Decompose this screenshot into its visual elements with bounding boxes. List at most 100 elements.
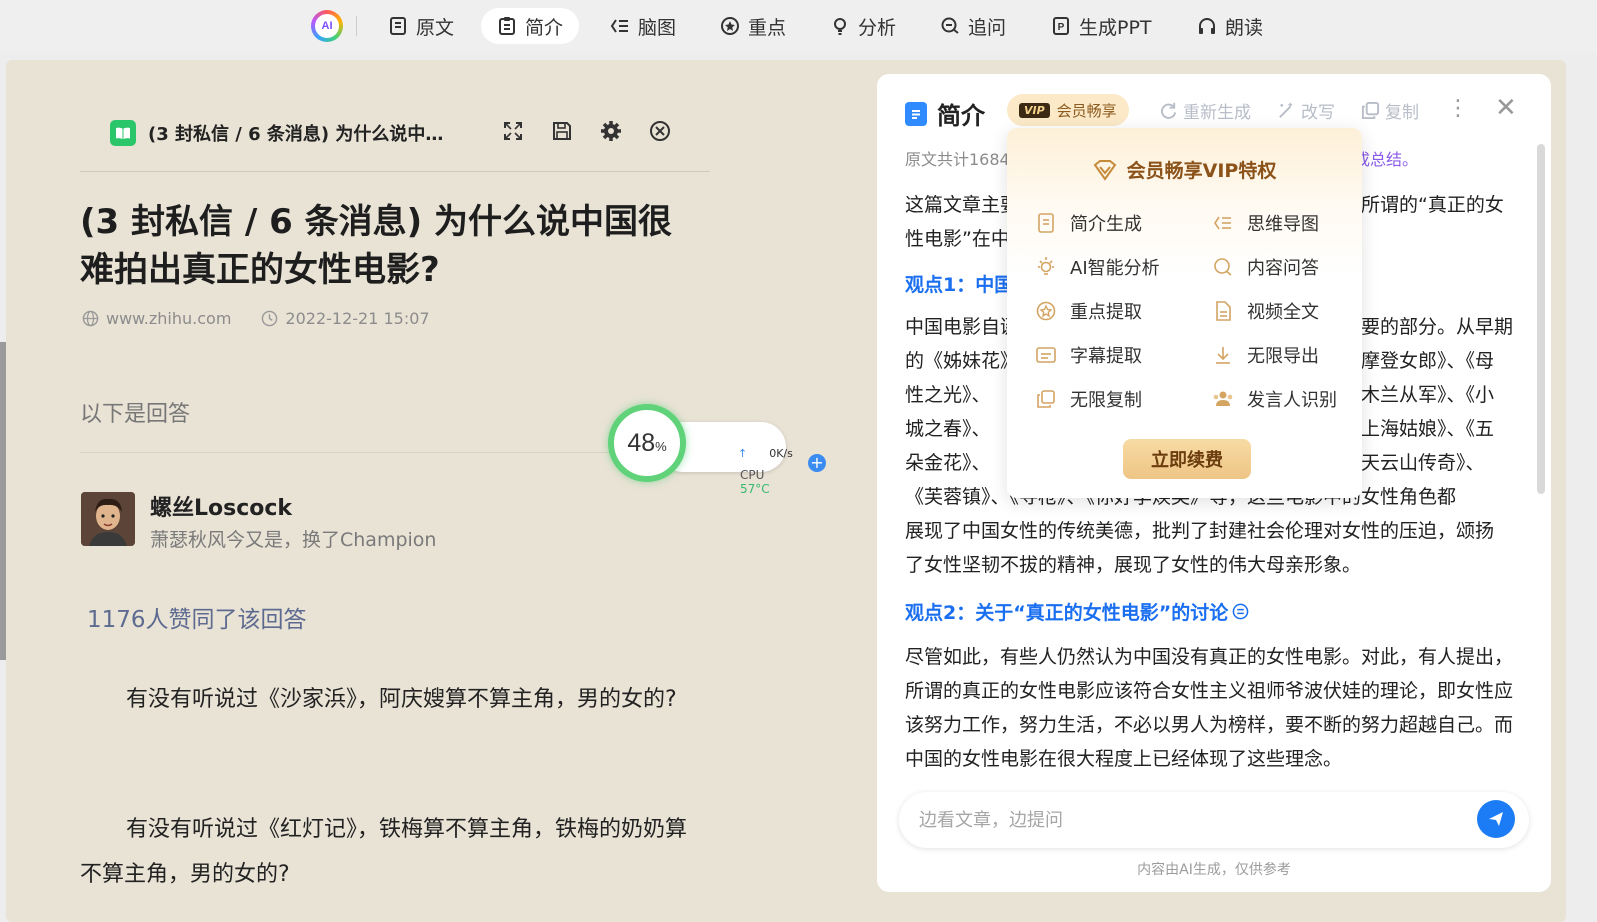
article-date: 2022-12-21 15:07 (285, 309, 430, 328)
fullscreen-icon[interactable] (502, 120, 524, 142)
tab-mindmap[interactable]: 脑图 (594, 8, 692, 44)
tab-read-aloud[interactable]: 朗读 (1181, 8, 1279, 44)
vip-popup-title-text: 会员畅享VIP特权 (1126, 160, 1277, 182)
vip-feature-label: 简介生成 (1070, 214, 1142, 235)
cpu-temp-value: 57°C (740, 482, 770, 496)
vip-feature: 内容问答 (1212, 254, 1319, 280)
summary-doc-icon (905, 101, 927, 126)
settings-gear-icon[interactable] (600, 120, 622, 142)
bulb-icon (1038, 257, 1054, 275)
magic-pen-icon (1279, 102, 1293, 118)
download-icon (1216, 347, 1230, 364)
tab-generate-ppt[interactable]: P 生成PPT (1035, 8, 1168, 44)
chat-icon (941, 17, 959, 34)
note-icon[interactable] (1232, 603, 1249, 620)
cpu-usage-unit: % (655, 438, 667, 454)
vip-feature: 重点提取 (1035, 298, 1142, 324)
summary-link[interactable]: 成总结。 (1354, 146, 1418, 170)
bulb-icon (834, 18, 846, 35)
point1-line-right: 摩登女郎》、《母 (1361, 350, 1495, 372)
ask-box (899, 792, 1529, 848)
vip-badge-label: 会员畅享 (1056, 101, 1117, 120)
vip-feature-label: AI智能分析 (1070, 258, 1160, 279)
cpu-temperature: CPU 57°C (740, 468, 786, 496)
tab-mindmap-label: 脑图 (638, 16, 677, 39)
renew-now-button[interactable]: 立即续费 (1123, 439, 1251, 479)
regenerate-label: 重新生成 (1183, 103, 1251, 123)
speaker-icon (1213, 391, 1233, 406)
more-options-icon[interactable]: ⋮ (1447, 96, 1469, 121)
point2-heading-text: 观点2：关于“真正的女性电影”的讨论 (905, 602, 1229, 624)
vip-feature: 字幕提取 (1035, 342, 1142, 368)
close-panel-icon[interactable]: ✕ (1495, 94, 1517, 122)
tab-original-label: 原文 (416, 16, 455, 39)
panel-title-text: 简介 (937, 102, 985, 130)
point2-paragraph: 尽管如此，有些人仍然认为中国没有真正的女性电影。对此，有人提出，所谓的真正的女性… (905, 646, 1514, 770)
vip-feature-label: 发言人识别 (1247, 390, 1337, 411)
plus-icon[interactable]: + (808, 454, 826, 472)
rewrite-button[interactable]: 改写 (1277, 98, 1335, 123)
point2-heading: 观点2：关于“真正的女性电影”的讨论 (905, 598, 1249, 625)
tab-keypoints-label: 重点 (748, 16, 787, 39)
answers-intro: 以下是回答 (80, 402, 191, 427)
tab-analysis-label: 分析 (858, 16, 897, 39)
subtitle-icon (1036, 347, 1056, 363)
send-icon (1489, 812, 1503, 826)
point1-line-right: 天云山传奇》、 (1361, 452, 1485, 474)
save-icon[interactable] (551, 120, 573, 142)
copy-icon (1037, 390, 1055, 408)
tab-keypoints[interactable]: 重点 (704, 8, 802, 44)
vip-tag: VIP (1019, 102, 1050, 118)
tab-read-aloud-label: 朗读 (1225, 16, 1264, 39)
point1-line-right: 要的部分。从早期 (1361, 316, 1514, 338)
vip-feature-label: 字幕提取 (1070, 346, 1142, 367)
vip-popup-title: 会员畅享VIP特权 (1007, 156, 1362, 183)
star-icon (1036, 301, 1056, 321)
vip-feature-label: 思维导图 (1247, 214, 1319, 235)
vip-badge[interactable]: VIP 会员畅享 (1007, 94, 1129, 126)
mindmap-icon (610, 19, 628, 33)
network-speed-value: 0K/s (769, 447, 793, 460)
summary-intro-right: 所谓的“真正的女 (1361, 194, 1504, 216)
author-name[interactable]: 螺丝Loscock (150, 490, 292, 522)
cpu-usage-ring: 48% (608, 404, 686, 482)
chat-icon (1214, 258, 1232, 276)
svg-text:P: P (1058, 22, 1065, 33)
panel-title: 简介 (905, 96, 985, 131)
headphones-icon (1199, 18, 1215, 34)
likes-count: 1176人赞同了该回答 (87, 607, 307, 633)
reader-scroll-indicator[interactable] (0, 342, 6, 660)
vip-feature-label: 无限复制 (1070, 390, 1142, 411)
tab-generate-ppt-label: 生成PPT (1079, 16, 1152, 39)
panel-scrollbar[interactable] (1537, 144, 1545, 494)
answer-paragraph: 有没有听说过《沙家浜》，阿庆嫂算不算主角，男的女的? (126, 687, 677, 712)
author-description: 萧瑟秋风今又是，换了Champion (150, 529, 437, 551)
vip-feature: AI智能分析 (1035, 254, 1160, 280)
book-icon (390, 17, 406, 35)
close-circle-icon[interactable] (649, 120, 671, 142)
author-avatar[interactable] (81, 492, 135, 546)
vip-feature: 简介生成 (1035, 210, 1142, 236)
cpu-monitor-widget[interactable]: ↑ 0K/s CPU 57°C + 48% (608, 404, 826, 496)
tab-followup[interactable]: 追问 (924, 8, 1022, 44)
vip-feature-label: 内容问答 (1247, 258, 1319, 279)
vip-feature: 无限导出 (1212, 342, 1319, 368)
regenerate-button[interactable]: 重新生成 (1159, 98, 1251, 123)
top-toolbar: AI 原文 简介 脑图 重点 分析 追问 P 生成PPT 朗读 (0, 0, 1597, 52)
ai-logo-icon[interactable]: AI (311, 10, 343, 42)
network-speed: ↑ 0K/s (738, 447, 793, 460)
article-source[interactable]: www.zhihu.com (106, 309, 231, 328)
reader-tools (502, 120, 671, 142)
tab-summary[interactable]: 简介 (481, 8, 580, 44)
tab-followup-label: 追问 (968, 16, 1007, 39)
send-button[interactable] (1477, 800, 1515, 838)
tab-analysis[interactable]: 分析 (814, 8, 912, 44)
cpu-usage-percent: 48% (627, 429, 666, 458)
reader-header-divider (80, 171, 710, 172)
tab-original[interactable]: 原文 (372, 8, 470, 44)
article-title: (3 封私信 / 6 条消息) 为什么说中国很难拍出真正的女性电影? (80, 202, 672, 290)
ask-input[interactable] (919, 806, 1439, 834)
vip-crown-icon (1093, 159, 1117, 181)
copy-button[interactable]: 复制 (1361, 98, 1419, 123)
vip-feature-label: 重点提取 (1070, 302, 1142, 323)
